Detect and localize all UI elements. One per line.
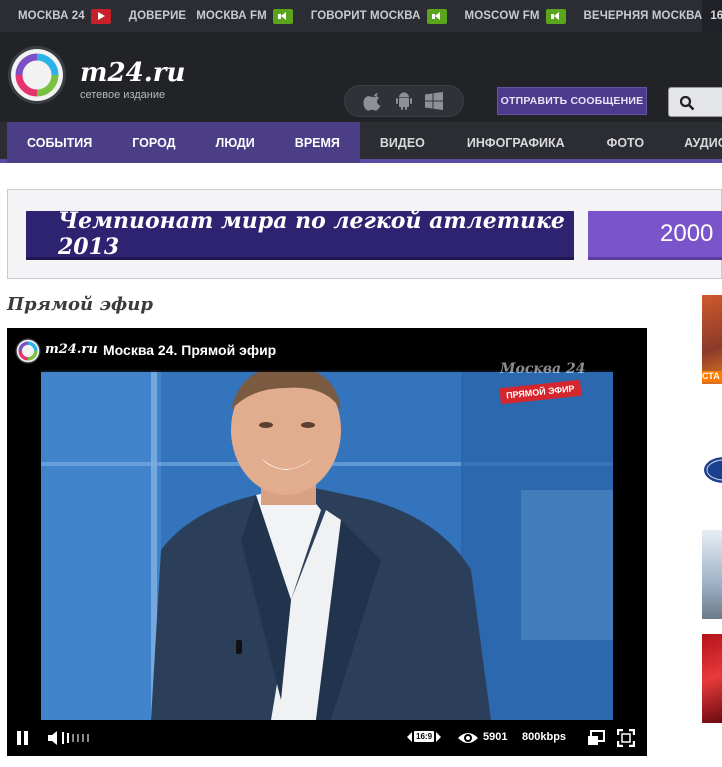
date-label: 16.08 xyxy=(702,0,722,32)
media-strip: МОСКВА 24 ДОВЕРИЕ МОСКВА FM ГОВОРИТ МОСК… xyxy=(0,0,722,32)
platform-apps xyxy=(344,85,464,117)
send-message-button[interactable]: ОТПРАВИТЬ СООБЩЕНИЕ xyxy=(497,87,647,115)
player-title: Москва 24. Прямой эфир xyxy=(103,342,277,358)
nav-item-gorod[interactable]: ГОРОД xyxy=(112,122,196,163)
nav-item-foto[interactable]: ФОТО xyxy=(587,122,664,163)
media-item-label: ГОВОРИТ МОСКВА xyxy=(310,10,421,22)
eye-icon xyxy=(458,733,478,743)
site-header: m24.ru сетевое издание ОТПРАВИТЬ СООБЩЕН… xyxy=(0,32,722,122)
promo-banner: Чемпионат мира по легкой атлетике 2013 2… xyxy=(7,189,722,279)
media-item-label: ВЕЧЕРНЯЯ МОСКВА xyxy=(583,10,703,22)
player-brand: m24.ru xyxy=(45,342,98,357)
page-title: Прямой эфир xyxy=(7,294,153,315)
teaser-thumbnail[interactable]: СТА xyxy=(702,295,722,384)
viewer-count: 5901 xyxy=(483,731,508,743)
media-item-govorit-moskva[interactable]: ГОВОРИТ МОСКВА xyxy=(293,0,447,32)
chevron-right-icon[interactable] xyxy=(436,731,442,742)
nav-item-infografika[interactable]: ИНФОГРАФИКА xyxy=(445,122,587,163)
promo-banner-side[interactable]: 2000 xyxy=(588,211,722,260)
video-player[interactable]: m24.ru Москва 24. Прямой эфир Москва 24 … xyxy=(7,328,647,756)
aspect-ratio-label: 16:9 xyxy=(414,731,435,742)
aspect-ratio-control[interactable]: 16:9 xyxy=(407,731,442,742)
speaker-icon[interactable] xyxy=(545,8,566,24)
media-item-label: MOSCOW FM xyxy=(464,10,540,22)
speaker-icon[interactable] xyxy=(426,8,447,24)
windows-icon[interactable] xyxy=(423,90,445,112)
media-item-moscowfm[interactable]: MOSCOW FM xyxy=(447,0,566,32)
pause-icon[interactable] xyxy=(16,730,30,746)
promo-banner-championship[interactable]: Чемпионат мира по легкой атлетике 2013 xyxy=(26,208,574,260)
media-item-doverie[interactable]: ДОВЕРИЕ xyxy=(111,0,186,32)
teaser-caption: СТА xyxy=(702,371,722,382)
search-input[interactable] xyxy=(668,87,722,117)
play-icon[interactable] xyxy=(90,8,111,24)
bitrate-label[interactable]: 800kbps xyxy=(522,731,566,743)
fullscreen-icon[interactable] xyxy=(617,729,635,747)
nav-item-audio[interactable]: АУДИО xyxy=(664,122,722,163)
ford-logo-icon xyxy=(704,457,722,483)
media-item-label: МОСКВА 24 xyxy=(18,10,85,22)
nav-item-vremya[interactable]: ВРЕМЯ xyxy=(274,122,360,163)
teaser-thumbnail[interactable] xyxy=(702,634,722,723)
volume-icon[interactable] xyxy=(47,730,99,746)
media-item-label: МОСКВА FM xyxy=(196,10,267,22)
nav-item-lyudi[interactable]: ЛЮДИ xyxy=(195,122,275,163)
media-item-moskvafm[interactable]: МОСКВА FM xyxy=(186,0,293,32)
popout-icon[interactable] xyxy=(587,730,605,746)
android-icon[interactable] xyxy=(393,90,415,112)
main-nav: СОБЫТИЯ ГОРОД ЛЮДИ ВРЕМЯ ВИДЕО ИНФОГРАФИ… xyxy=(0,122,722,163)
chevron-left-icon[interactable] xyxy=(407,731,412,742)
speaker-icon[interactable] xyxy=(272,8,293,24)
video-frame[interactable] xyxy=(41,370,613,720)
apple-icon[interactable] xyxy=(363,90,385,112)
m24-logo-icon[interactable] xyxy=(7,45,67,105)
media-item-moskva24[interactable]: МОСКВА 24 xyxy=(0,0,111,32)
site-subtitle: сетевое издание xyxy=(80,89,166,101)
site-brand[interactable]: m24.ru xyxy=(80,60,185,86)
media-item-label: ДОВЕРИЕ xyxy=(128,10,187,22)
player-controls: 16:9 5901 800kbps xyxy=(7,720,647,756)
m24-logo-icon xyxy=(15,338,41,364)
media-item-vechernyaya-moskva[interactable]: ВЕЧЕРНЯЯ МОСКВА xyxy=(566,0,703,32)
channel-watermark: Москва 24 xyxy=(500,361,586,377)
nav-item-video[interactable]: ВИДЕО xyxy=(360,122,445,163)
teaser-thumbnail[interactable] xyxy=(702,530,722,619)
search-icon[interactable] xyxy=(679,95,695,111)
teaser-thumbnail[interactable] xyxy=(702,440,722,500)
video-still xyxy=(41,370,613,720)
nav-item-sobytiya[interactable]: СОБЫТИЯ xyxy=(7,122,113,163)
